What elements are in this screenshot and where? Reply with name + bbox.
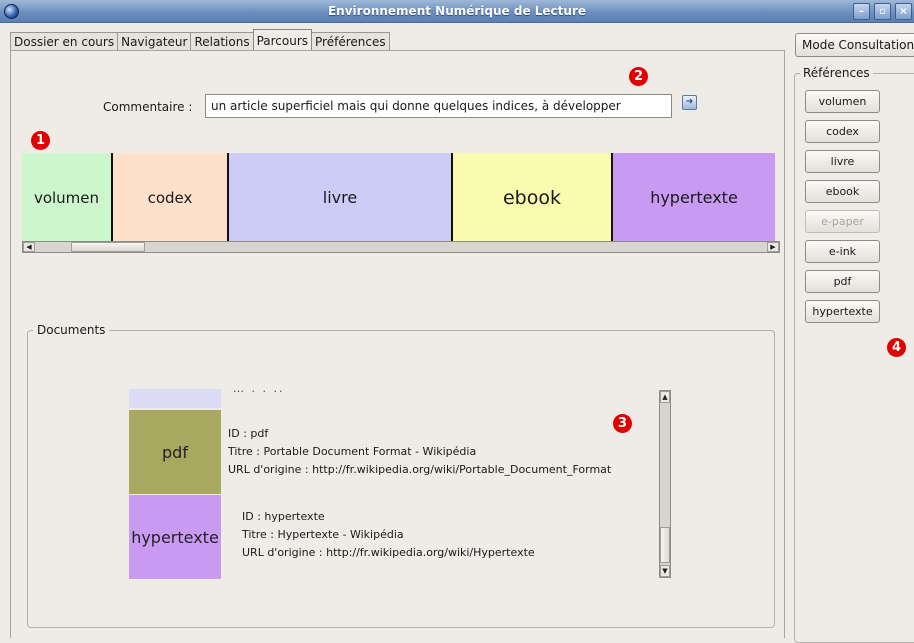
close-button[interactable]: ×: [895, 3, 912, 20]
scroll-thumb[interactable]: [71, 242, 145, 252]
badge-1: 1: [31, 131, 50, 150]
scroll-down-icon[interactable]: ▼: [660, 565, 670, 577]
scroll-thumb[interactable]: [660, 527, 670, 563]
reference-button-pdf[interactable]: pdf: [805, 270, 880, 293]
mode-consultation-button[interactable]: Mode Consultation: [795, 33, 914, 57]
tab-parcours[interactable]: Parcours: [252, 29, 313, 50]
scroll-up-icon[interactable]: ▲: [660, 391, 670, 403]
reference-button-hypertexte[interactable]: hypertexte: [805, 300, 880, 323]
reference-button-volumen[interactable]: volumen: [805, 90, 880, 113]
tab-preferences[interactable]: Préférences: [311, 32, 390, 51]
document-url[interactable]: URL d'origine : http://fr.wikipedia.org/…: [228, 461, 611, 479]
documents-scrollbar[interactable]: ▲ ▼: [659, 390, 671, 578]
window-title: Environnement Numérique de Lecture: [327, 4, 586, 18]
document-title: Titre : Portable Document Format - Wikip…: [228, 445, 477, 458]
maximize-button[interactable]: ▫: [874, 3, 891, 20]
tab-bar: Dossier en cours Navigateur Relations Pa…: [10, 29, 390, 51]
parcours-item-livre[interactable]: livre: [229, 153, 453, 242]
tab-relations[interactable]: Relations: [190, 32, 254, 51]
reference-button-e-ink[interactable]: e-ink: [805, 240, 880, 263]
document-text-partial: … . . ..: [233, 389, 284, 395]
parcours-scrollbar[interactable]: ◀ ▶: [22, 241, 780, 253]
reference-button-livre[interactable]: livre: [805, 150, 880, 173]
document-swatch-partial: [129, 389, 221, 408]
scroll-left-icon[interactable]: ◀: [23, 242, 35, 252]
documents-legend: Documents: [33, 323, 110, 337]
badge-2: 2: [629, 67, 648, 86]
parcours-strip[interactable]: volumen codex livre ebook hypertexte: [22, 153, 775, 242]
document-swatch-pdf[interactable]: pdf: [129, 410, 221, 494]
tab-dossier-en-cours[interactable]: Dossier en cours: [10, 32, 119, 51]
references-legend: Références: [800, 66, 873, 80]
comment-label: Commentaire :: [103, 100, 193, 114]
tab-navigateur[interactable]: Navigateur: [117, 32, 192, 51]
parcours-item-ebook[interactable]: ebook: [453, 153, 613, 242]
info-icon[interactable]: ➜: [682, 95, 697, 110]
document-list[interactable]: … . . .. pdf ID : pdf Titre : Portable D…: [129, 389, 659, 579]
minimize-button[interactable]: –: [853, 3, 870, 20]
document-meta-hypertexte: ID : hypertexte Titre : Hypertexte - Wik…: [242, 508, 535, 562]
parcours-item-volumen[interactable]: volumen: [22, 153, 113, 242]
document-title: Titre : Hypertexte - Wikipédia: [242, 528, 404, 541]
parcours-item-codex[interactable]: codex: [113, 153, 229, 242]
document-meta-pdf: ID : pdf Titre : Portable Document Forma…: [228, 425, 611, 479]
reference-button-ebook[interactable]: ebook: [805, 180, 880, 203]
comment-input[interactable]: un article superficiel mais qui donne qu…: [205, 94, 672, 118]
document-swatch-hypertexte[interactable]: hypertexte: [129, 495, 221, 579]
scroll-right-icon[interactable]: ▶: [767, 242, 779, 252]
title-bar[interactable]: Environnement Numérique de Lecture – ▫ ×: [0, 0, 914, 23]
reference-button-codex[interactable]: codex: [805, 120, 880, 143]
document-id: ID : pdf: [228, 427, 269, 440]
reference-button-e-paper[interactable]: e-paper: [805, 210, 880, 233]
parcours-item-hypertexte[interactable]: hypertexte: [613, 153, 775, 242]
document-id: ID : hypertexte: [242, 510, 325, 523]
document-url[interactable]: URL d'origine : http://fr.wikipedia.org/…: [242, 544, 535, 562]
